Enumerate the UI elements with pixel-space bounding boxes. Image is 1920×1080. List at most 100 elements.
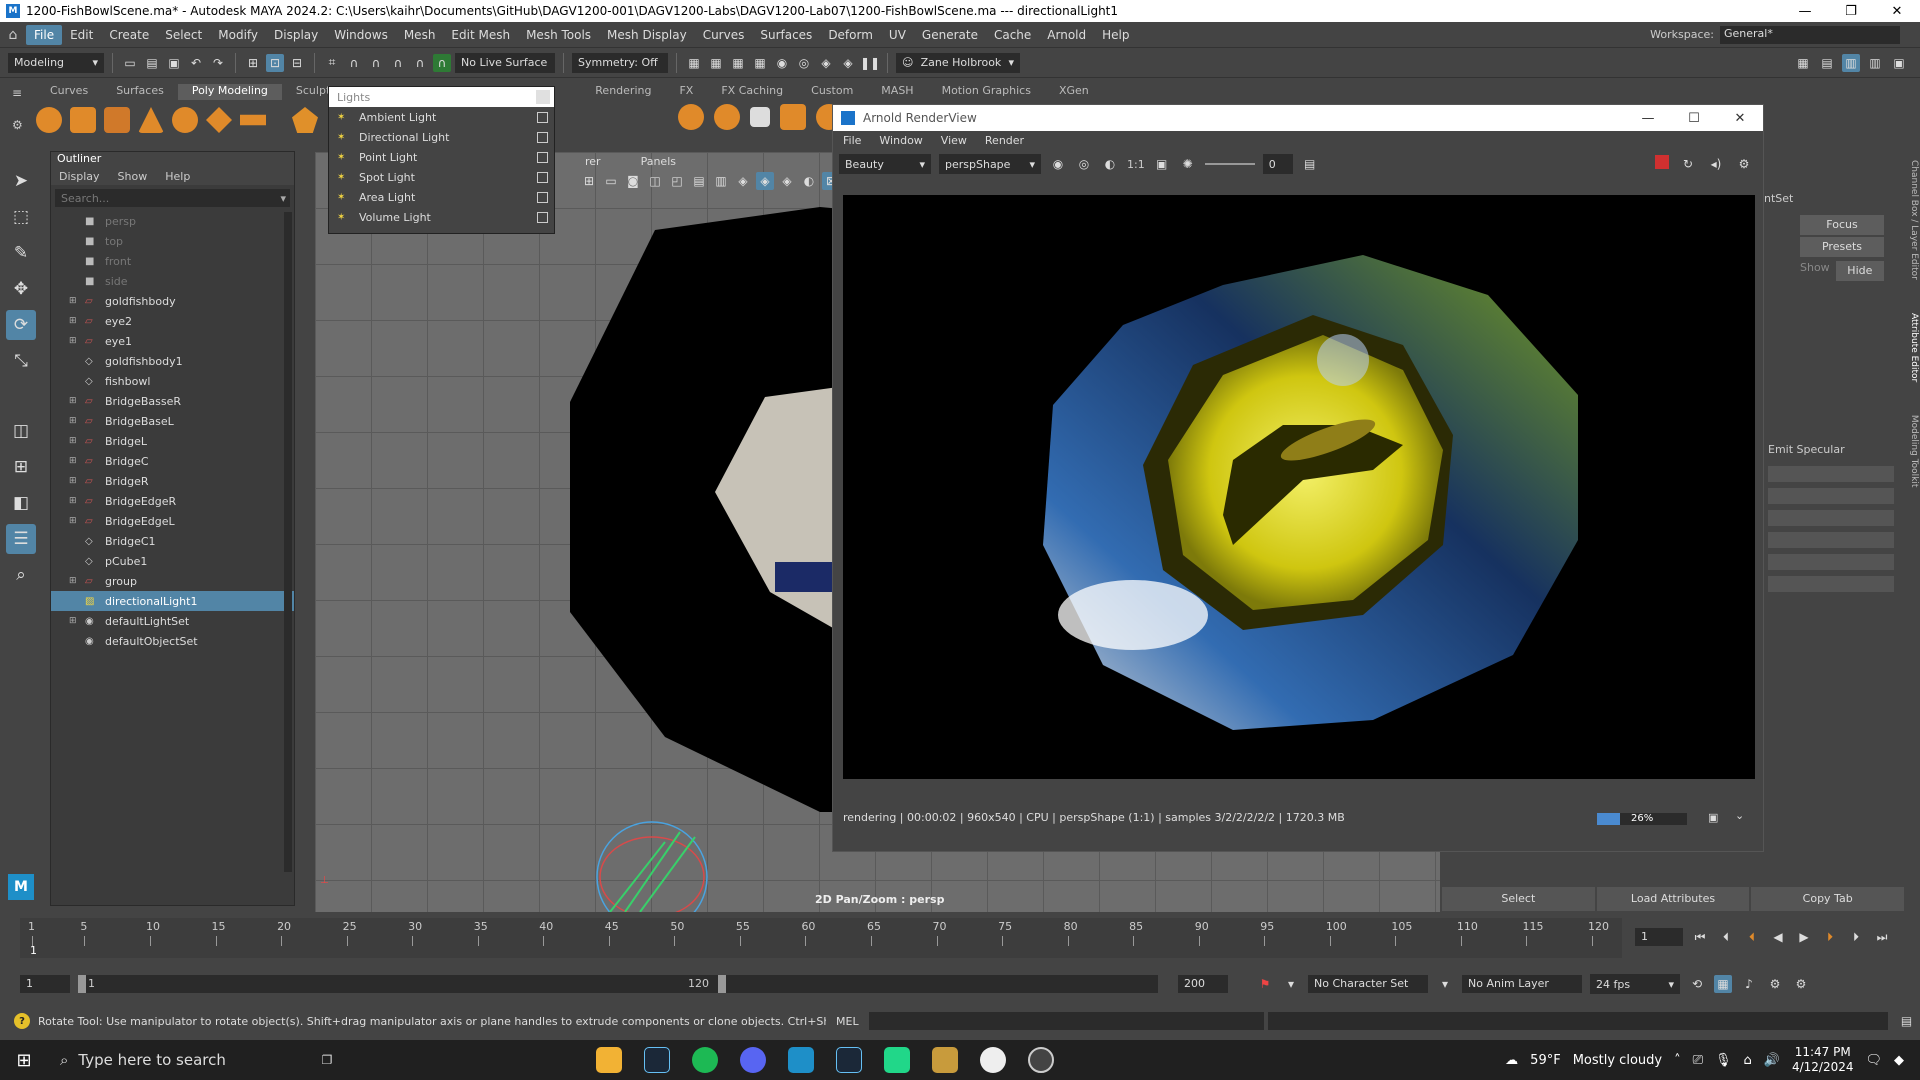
exposure-slider[interactable] bbox=[1204, 163, 1255, 165]
exposure-field[interactable]: 0 bbox=[1262, 154, 1293, 174]
shelf-tab-poly-modeling[interactable]: Poly Modeling bbox=[177, 84, 282, 100]
outliner-item[interactable]: ◇ fishbowl bbox=[51, 371, 294, 391]
notifications-icon[interactable]: 🗨 bbox=[1865, 1053, 1882, 1068]
expand-icon[interactable]: ⊞ bbox=[69, 316, 81, 326]
loop-icon[interactable]: ⟲ bbox=[1688, 975, 1706, 993]
step-forward-frame-icon[interactable]: ⏵ bbox=[1847, 928, 1865, 946]
outliner-item[interactable]: ⊞ ▱ BridgeEdgeR bbox=[51, 491, 294, 511]
side-tab-attribute-editor[interactable]: Attribute Editor bbox=[1909, 313, 1919, 382]
focus-button[interactable]: Focus bbox=[1800, 215, 1884, 235]
workspace-dropdown[interactable]: General* bbox=[1720, 25, 1900, 44]
camera-dropdown[interactable]: perspShape ▾ bbox=[939, 154, 1041, 174]
expand-icon[interactable]: ⊞ bbox=[69, 516, 81, 526]
play-forwards-icon[interactable]: ▶ bbox=[1795, 928, 1813, 946]
menu-curves[interactable]: Curves bbox=[695, 25, 753, 45]
poly-sphere-icon[interactable] bbox=[36, 107, 62, 133]
arnold-ipr-icon[interactable]: ◈ bbox=[817, 54, 835, 72]
volume-icon[interactable]: 🔊 bbox=[1764, 1053, 1780, 1068]
character-set-field[interactable]: No Character Set bbox=[1308, 975, 1428, 993]
attribute-field[interactable] bbox=[1768, 554, 1894, 570]
grid-icon[interactable]: ⊞ bbox=[580, 172, 598, 190]
option-box-icon[interactable] bbox=[537, 151, 548, 163]
range-end-field[interactable]: 200 bbox=[1178, 975, 1228, 993]
poly-cube-icon[interactable] bbox=[70, 107, 96, 133]
side-tab-modeling-toolkit[interactable]: Modeling Toolkit bbox=[1909, 415, 1919, 488]
poly-cone-icon[interactable] bbox=[138, 107, 164, 133]
outliner-menu-show[interactable]: Show bbox=[118, 170, 148, 183]
discord-icon[interactable] bbox=[740, 1047, 766, 1073]
film-gate-icon[interactable]: ▭ bbox=[602, 172, 620, 190]
outliner-item[interactable]: ⊞ ▱ BridgeR bbox=[51, 471, 294, 491]
network-icon[interactable]: ⌂ bbox=[1744, 1053, 1752, 1068]
attribute-field[interactable] bbox=[1768, 576, 1894, 592]
arnold-menu-render[interactable]: Render bbox=[985, 134, 1024, 147]
option-box-icon[interactable] bbox=[537, 111, 548, 123]
outliner-item[interactable]: ◇ BridgeC1 bbox=[51, 531, 294, 551]
copilot-icon[interactable]: ◆ bbox=[1894, 1053, 1904, 1068]
select-component-icon[interactable]: ⊟ bbox=[288, 54, 306, 72]
show-button[interactable]: Show bbox=[1800, 259, 1830, 283]
weather-icon[interactable]: ☁ bbox=[1505, 1053, 1518, 1068]
go-to-start-icon[interactable]: ⏮ bbox=[1691, 928, 1709, 946]
outliner-item[interactable]: ⊞ ▱ eye2 bbox=[51, 311, 294, 331]
minimize-button[interactable]: — bbox=[1782, 4, 1828, 19]
weather-desc[interactable]: Mostly cloudy bbox=[1573, 1053, 1662, 1068]
expand-icon[interactable]: ⊞ bbox=[69, 336, 81, 346]
live-surface-field[interactable]: No Live Surface bbox=[455, 52, 555, 73]
menu-help[interactable]: Help bbox=[1094, 25, 1137, 45]
shelf-tab-motion-graphics[interactable]: Motion Graphics bbox=[928, 84, 1045, 100]
close-button[interactable]: ✕ bbox=[1874, 4, 1920, 19]
search-icon[interactable]: ⌕ bbox=[6, 560, 36, 590]
smooth-shade-icon[interactable]: ◈ bbox=[756, 172, 774, 190]
textured-icon[interactable]: ◈ bbox=[778, 172, 796, 190]
poly-platonic-icon[interactable] bbox=[292, 107, 318, 133]
viewport-menu-renderer[interactable]: rer bbox=[585, 155, 601, 168]
time-slider[interactable]: 1 5 10 15 20 25 30 35 40 45 50 55 60 65 70 75 80 85 90 95 10… bbox=[20, 918, 1622, 958]
menu-file[interactable]: File bbox=[26, 24, 63, 45]
outliner-search-input[interactable]: Search... ▾ bbox=[55, 189, 290, 207]
option-box-icon[interactable] bbox=[537, 191, 548, 203]
maximize-button[interactable]: ❐ bbox=[1828, 4, 1874, 19]
render-frame-icon[interactable]: ▦ bbox=[685, 54, 703, 72]
outliner-item[interactable]: ◇ pCube1 bbox=[51, 551, 294, 571]
game-app-icon[interactable] bbox=[980, 1047, 1006, 1073]
layout-icon[interactable]: ▦ bbox=[1794, 54, 1812, 72]
outliner-scrollbar[interactable] bbox=[284, 212, 292, 872]
display-channel-icon[interactable]: ◉ bbox=[1049, 155, 1067, 173]
arnold-menu-view[interactable]: View bbox=[941, 134, 967, 147]
shelf-tab-mash[interactable]: MASH bbox=[867, 84, 927, 100]
chevron-down-icon[interactable]: ⌄ bbox=[1735, 809, 1744, 822]
shelf-menu-icon[interactable]: ≡ bbox=[12, 86, 22, 100]
layout-icon[interactable]: ▥ bbox=[1842, 53, 1860, 72]
exposure-icon[interactable]: ✺ bbox=[1179, 155, 1197, 173]
cache-playback-icon[interactable]: ▦ bbox=[1714, 975, 1732, 993]
arnold-snapshot-icon[interactable]: ◈ bbox=[839, 54, 857, 72]
script-language-label[interactable]: MEL bbox=[836, 1015, 859, 1028]
mel-command-input[interactable] bbox=[868, 1012, 1264, 1030]
outliner-item[interactable]: ⊞ ▱ BridgeL bbox=[51, 431, 294, 451]
spotify-icon[interactable] bbox=[692, 1047, 718, 1073]
user-account-dropdown[interactable]: ☺ Zane Holbrook ▾ bbox=[896, 52, 1020, 73]
camera-icon[interactable]: ◙ bbox=[624, 172, 642, 190]
four-view-icon[interactable]: ⊞ bbox=[6, 452, 36, 482]
menu-select[interactable]: Select bbox=[157, 25, 210, 45]
menu-surfaces[interactable]: Surfaces bbox=[752, 25, 820, 45]
step-forward-key-icon[interactable]: ⏵ bbox=[1821, 928, 1839, 946]
shelf-tab-rendering[interactable]: Rendering bbox=[581, 84, 665, 100]
outliner-item[interactable]: ■ top bbox=[51, 231, 294, 251]
range-slider-bar[interactable]: 1 120 bbox=[78, 975, 1158, 993]
load-attributes-button[interactable]: Load Attributes bbox=[1596, 887, 1750, 911]
separate-icon[interactable] bbox=[780, 104, 806, 130]
scale-tool-icon[interactable]: ⤡ bbox=[6, 346, 36, 376]
lights-menu-item[interactable]: ✶ Area Light bbox=[329, 187, 554, 207]
attribute-node-tab[interactable]: ntSet bbox=[1764, 192, 1904, 205]
bevel-icon[interactable] bbox=[678, 104, 704, 130]
fps-dropdown[interactable]: 24 fps ▾ bbox=[1590, 974, 1680, 994]
undo-icon[interactable]: ↶ bbox=[187, 54, 205, 72]
rotate-tool-icon[interactable]: ⟳ bbox=[6, 310, 36, 340]
animation-prefs-icon[interactable]: ⚙ bbox=[1766, 975, 1784, 993]
maximize-button[interactable]: ☐ bbox=[1671, 111, 1717, 126]
chevron-down-icon[interactable]: ▾ bbox=[280, 192, 286, 205]
shelf-tab-xgen[interactable]: XGen bbox=[1045, 84, 1103, 100]
option-box-icon[interactable] bbox=[537, 171, 548, 183]
